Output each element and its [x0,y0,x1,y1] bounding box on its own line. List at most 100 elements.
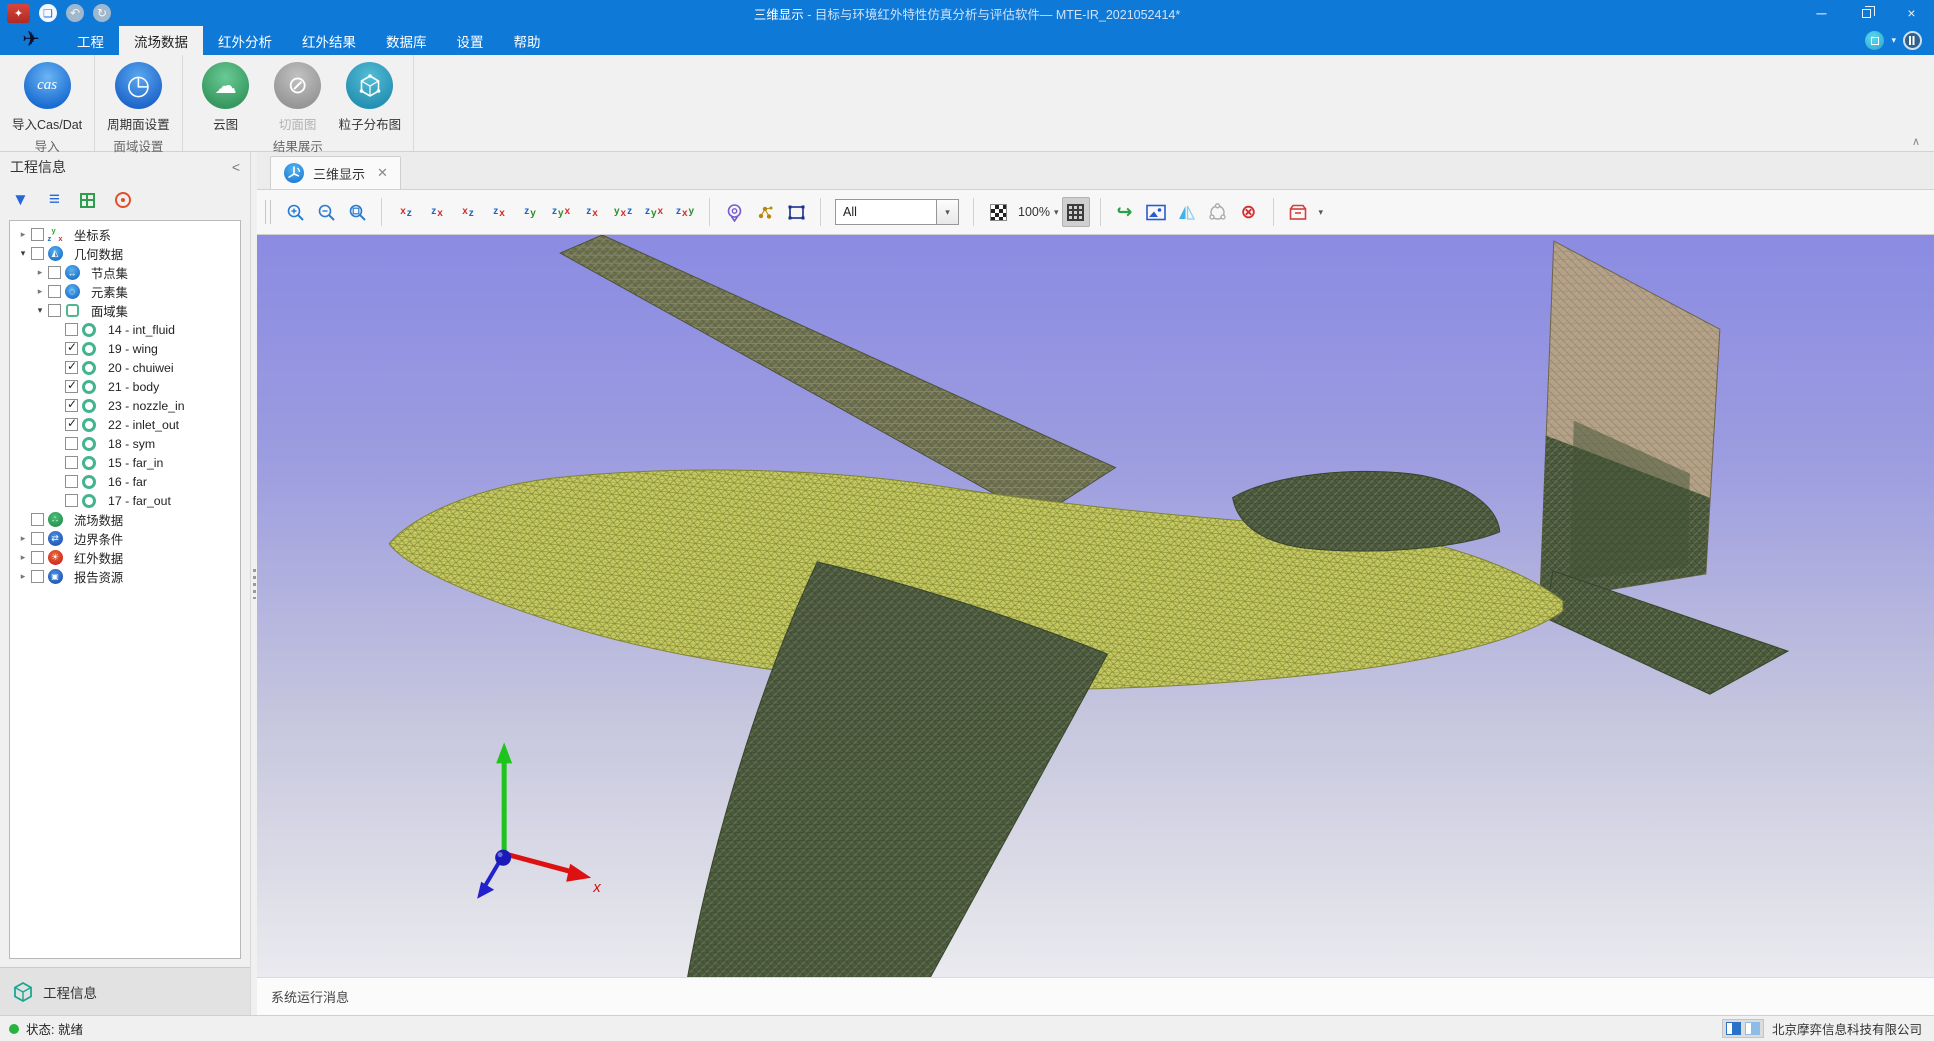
filter-icon[interactable]: ▼ [12,190,29,210]
archive-box-icon[interactable] [1284,197,1312,227]
tree-item-checkbox[interactable] [31,247,44,260]
tree-expander-icon[interactable]: ▾ [33,305,47,316]
view-orientation-button-4[interactable]: zy [516,197,544,227]
tree-expander-icon[interactable]: ▾ [16,248,30,259]
zoom-out-icon[interactable] [312,197,340,227]
tree-item[interactable]: ▸yzx坐标系 [10,225,240,244]
ribbon-button-contour-cloud[interactable]: ☁云图 [195,62,257,133]
tree-item-checkbox[interactable] [31,570,44,583]
archive-dropdown-icon[interactable]: ▾ [1319,207,1324,218]
tree-item-checkbox[interactable] [65,361,78,374]
ribbon-button-cas-import[interactable]: cas导入Cas/Dat [12,62,82,133]
ribbon-button-particle-distribution[interactable]: 粒子分布图 [339,62,402,133]
tree-expander-icon[interactable]: ▸ [16,552,30,563]
tree-item-checkbox[interactable] [31,532,44,545]
close-button[interactable]: × [1889,0,1934,26]
tree-item-checkbox[interactable] [65,342,78,355]
mirror-flip-icon[interactable] [1173,197,1201,227]
tree-item-checkbox[interactable] [48,304,61,317]
view-orientation-button-0[interactable]: xz [392,197,420,227]
redo-icon[interactable]: ↻ [93,4,111,22]
display-mode-caret-icon[interactable]: ▾ [1891,35,1896,46]
view-orientation-button-8[interactable]: zyx [640,197,668,227]
tree-item[interactable]: 16 - far [10,472,240,491]
tree-item-checkbox[interactable] [65,437,78,450]
tree-item[interactable]: ▸◌元素集 [10,282,240,301]
tree-item[interactable]: 18 - sym [10,434,240,453]
tree-item-checkbox[interactable] [31,228,44,241]
tree-item[interactable]: ▸☀红外数据 [10,548,240,567]
tree-item[interactable]: 22 - inlet_out [10,415,240,434]
tree-item[interactable]: 15 - far_in [10,453,240,472]
menubar-item-0[interactable]: 工程 [62,26,119,55]
tree-item-checkbox[interactable] [48,266,61,279]
panel-layout-icon-2[interactable] [1745,1022,1760,1035]
tree-item[interactable]: ▸▣报告资源 [10,567,240,586]
view-orientation-button-3[interactable]: zx [485,197,513,227]
panel-splitter[interactable] [250,152,257,1015]
display-filter-select[interactable]: All ▾ [835,199,959,225]
save-document-icon[interactable]: ❏ [39,4,57,22]
view-orientation-button-1[interactable]: zx [423,197,451,227]
tree-expander-icon[interactable]: ▸ [33,267,47,278]
mesh-grid-toggle-icon[interactable] [1062,197,1090,227]
menubar-item-6[interactable]: 帮助 [499,26,556,55]
toolbar-grip-handle[interactable] [265,200,271,224]
style-switch-icon[interactable] [1903,31,1922,50]
tree-item[interactable]: ▾◭几何数据 [10,244,240,263]
export-share-icon[interactable]: ↪ [1111,197,1139,227]
panel-footer[interactable]: 工程信息 [0,967,250,1015]
tree-item-checkbox[interactable] [31,513,44,526]
tree-item[interactable]: 19 - wing [10,339,240,358]
tree-item-checkbox[interactable] [65,323,78,336]
cancel-icon[interactable]: ⊗ [1235,197,1263,227]
menubar-item-2[interactable]: 红外分析 [203,26,287,55]
3d-viewport[interactable]: x [257,235,1934,977]
tree-item-checkbox[interactable] [65,475,78,488]
tree-item[interactable]: 20 - chuiwei [10,358,240,377]
opacity-level-dropdown[interactable]: 100%▾ [1015,197,1059,227]
undo-icon[interactable]: ↶ [66,4,84,22]
tree-item-checkbox[interactable] [65,456,78,469]
particles-display-icon[interactable] [751,197,779,227]
zoom-fit-icon[interactable] [343,197,371,227]
box-select-icon[interactable] [782,197,810,227]
tree-item-checkbox[interactable] [31,551,44,564]
combo-dropdown-icon[interactable]: ▾ [936,200,958,224]
tree-item[interactable]: 21 - body [10,377,240,396]
tree-item[interactable]: 17 - far_out [10,491,240,510]
tab-close-icon[interactable]: ✕ [377,165,388,181]
snapshot-image-icon[interactable] [1142,197,1170,227]
display-mode-icon[interactable] [1865,31,1884,50]
collapse-list-icon[interactable]: ≡ [49,189,60,211]
tree-item[interactable]: ▾面域集 [10,301,240,320]
view-orientation-button-7[interactable]: yxz [609,197,637,227]
locate-icon[interactable] [115,192,131,208]
tree-expander-icon[interactable]: ▸ [33,286,47,297]
panel-collapse-icon[interactable]: < [232,159,240,175]
menubar-item-3[interactable]: 红外结果 [287,26,371,55]
view-orientation-button-6[interactable]: zx [578,197,606,227]
tree-expander-icon[interactable]: ▸ [16,533,30,544]
view-orientation-button-9[interactable]: zxy [671,197,699,227]
ribbon-collapse-icon[interactable]: ∧ [1912,135,1920,148]
tree-item[interactable]: ▸⇄边界条件 [10,529,240,548]
minimize-button[interactable]: ─ [1799,0,1844,26]
tree-expander-icon[interactable]: ▸ [16,571,30,582]
tree-item[interactable]: ▸↔节点集 [10,263,240,282]
panel-layout-icon-1[interactable] [1726,1022,1741,1035]
tree-item[interactable]: 23 - nozzle_in [10,396,240,415]
tree-item-checkbox[interactable] [65,494,78,507]
tree-item-checkbox[interactable] [48,285,61,298]
restore-button[interactable] [1844,0,1889,26]
tree-expander-icon[interactable]: ▸ [16,229,30,240]
grid-view-icon[interactable] [80,193,95,208]
ribbon-button-periodic-face[interactable]: ◷周期面设置 [107,62,170,133]
tree-item-checkbox[interactable] [65,399,78,412]
linked-views-icon[interactable] [1204,197,1232,227]
menubar-item-4[interactable]: 数据库 [371,26,442,55]
transparency-icon[interactable] [984,197,1012,227]
tree-item-checkbox[interactable] [65,418,78,431]
zoom-in-icon[interactable] [281,197,309,227]
tree-item[interactable]: ∴流场数据 [10,510,240,529]
